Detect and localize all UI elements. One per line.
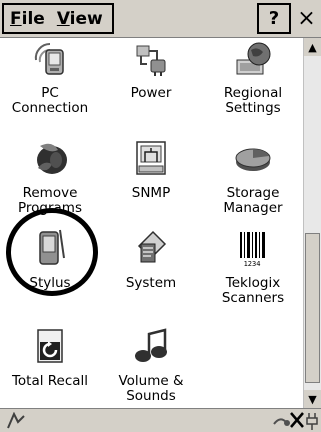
network-icon[interactable] — [272, 412, 292, 430]
view-menu[interactable]: View — [51, 9, 109, 29]
item-label: SNMP — [131, 185, 171, 201]
no-signal-icon[interactable] — [290, 411, 304, 429]
taskbar — [0, 408, 321, 432]
vertical-scrollbar[interactable]: ▲ ▼ — [303, 38, 321, 408]
teklogix-scanners-icon: 1234 — [240, 232, 265, 268]
total-recall-icon — [37, 329, 63, 363]
item-label: Teklogix Scanners — [221, 275, 285, 306]
storage-manager-icon — [235, 148, 271, 171]
item-label: Power — [130, 85, 172, 101]
pc-connection-icon — [34, 42, 64, 75]
item-stylus[interactable]: Stylus — [0, 228, 100, 291]
scroll-up-button[interactable]: ▲ — [304, 38, 321, 56]
item-label: Stylus — [29, 275, 71, 291]
system-icon — [137, 230, 167, 263]
item-label: Remove Programs — [18, 185, 82, 216]
control-panel-icons: PC Connection Power Regional Settings Re… — [0, 38, 303, 408]
scroll-down-button[interactable]: ▼ — [304, 390, 321, 408]
item-power[interactable]: Power — [101, 38, 201, 101]
item-storage-manager[interactable]: Storage Manager — [203, 138, 303, 216]
snmp-icon — [136, 141, 166, 175]
scroll-thumb[interactable] — [305, 233, 320, 383]
close-button[interactable]: × — [292, 3, 321, 34]
item-label: Total Recall — [11, 373, 89, 389]
item-label: System — [125, 275, 177, 291]
stylus-icon — [39, 229, 65, 265]
item-label: Regional Settings — [223, 85, 283, 116]
menu-group: File View — [2, 3, 114, 34]
item-total-recall[interactable]: Total Recall — [0, 326, 100, 389]
item-remove-programs[interactable]: Remove Programs — [0, 138, 100, 216]
menu-bar: File View ? × — [0, 0, 321, 38]
item-snmp[interactable]: SNMP — [101, 138, 201, 201]
item-volume-sounds[interactable]: Volume & Sounds — [101, 326, 201, 404]
file-menu[interactable]: File — [4, 9, 51, 29]
item-system[interactable]: System — [101, 228, 201, 291]
power-icon — [136, 45, 166, 76]
item-label: Volume & Sounds — [118, 373, 184, 404]
item-label: PC Connection — [11, 85, 89, 116]
remove-programs-icon — [37, 143, 67, 174]
regional-settings-icon — [236, 42, 271, 75]
help-button[interactable]: ? — [257, 3, 291, 34]
svg-text:1234: 1234 — [244, 260, 261, 268]
power-plug-icon[interactable] — [305, 411, 319, 431]
item-pc-connection[interactable]: PC Connection — [0, 38, 100, 116]
item-regional-settings[interactable]: Regional Settings — [203, 38, 303, 116]
item-teklogix-scanners[interactable]: 1234 Teklogix Scanners — [203, 228, 303, 306]
start-icon[interactable] — [6, 412, 26, 430]
item-label: Storage Manager — [223, 185, 283, 216]
volume-sounds-icon — [135, 328, 167, 362]
